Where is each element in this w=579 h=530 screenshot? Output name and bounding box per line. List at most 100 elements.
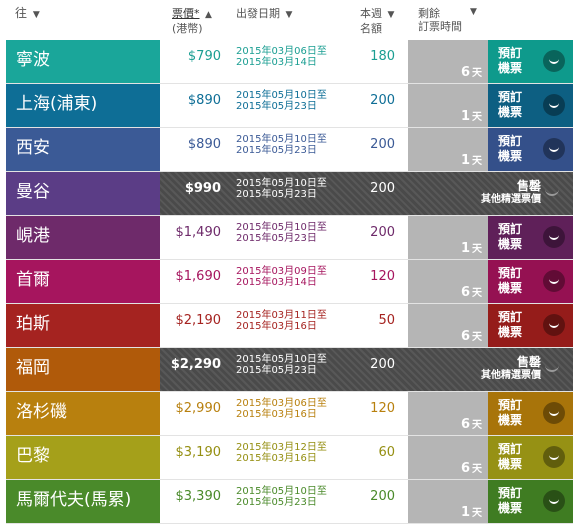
quota-value: 200 <box>370 137 395 152</box>
book-button-label: 預訂 機票 <box>498 398 522 428</box>
quota-value: 120 <box>370 401 395 416</box>
sold-out-link[interactable]: 售罄 其他精選票價 <box>481 355 541 383</box>
book-button-label: 預訂 機票 <box>498 46 522 76</box>
destination-sort-header[interactable]: 往 ▼ <box>15 7 40 22</box>
quota-header-label: 本週 <box>360 7 382 20</box>
book-label-line1: 預訂 <box>498 310 523 324</box>
book-button-label: 預訂 機票 <box>498 222 522 252</box>
table-row[interactable]: 首爾 $1,690 2015年03月09日至 2015年03月14日 120 6 天預訂 機票 <box>6 260 573 304</box>
remaining-time: 1天 <box>408 480 488 523</box>
travel-period: 2015年05月10日至 2015年05月23日 <box>236 178 327 200</box>
book-button-label: 預訂 機票 <box>498 310 522 340</box>
table-row[interactable]: 上海(浦東) $890 2015年05月10日至 2015年05月23日 200 1 天預訂… <box>6 84 573 128</box>
book-button-label: 預訂 機票 <box>498 486 522 516</box>
period-end: 2015年05月23日 <box>236 145 317 156</box>
smile-icon <box>543 402 565 424</box>
travel-period: 2015年05月10日至 2015年05月23日 <box>236 134 327 156</box>
price-value: $890 <box>187 93 221 108</box>
days-value: 6 <box>460 461 470 476</box>
remaining-time: 6天 <box>408 304 488 347</box>
quota-sort-header[interactable]: 本週 ▼ 名額 <box>360 7 394 35</box>
days-value: 6 <box>460 329 470 344</box>
quota-value: 200 <box>370 181 395 196</box>
price-value: $1,490 <box>175 225 222 240</box>
table-row[interactable]: 珀斯 $2,190 2015年03月11日至 2015年03月16日 50 6 天預訂 機票 <box>6 304 573 348</box>
destination-cell[interactable]: 珀斯 <box>6 304 160 347</box>
book-button-label: 預訂 機票 <box>498 134 522 164</box>
table-row[interactable]: 寧波 $790 2015年03月06日至 2015年03月14日 180 6 天預訂 機票 <box>6 40 573 84</box>
destination-cell[interactable]: 西安 <box>6 128 160 171</box>
period-sort-header[interactable]: 出發日期 ▼ <box>236 7 292 22</box>
table-row[interactable]: 福岡 $2,290 2015年05月10日至 2015年05月23日 200 售罄 其他精選… <box>6 348 573 392</box>
quota-value: 60 <box>378 445 395 460</box>
quota-value: 200 <box>370 357 395 372</box>
book-label-line2: 機票 <box>498 237 523 251</box>
book-flight-button[interactable]: 預訂 機票 <box>488 84 573 127</box>
book-label-line2: 機票 <box>498 61 523 75</box>
remaining-days: 6天 <box>461 460 482 476</box>
book-flight-button[interactable]: 預訂 機票 <box>488 216 573 259</box>
remaining-days: 6天 <box>461 284 482 300</box>
destination-cell[interactable]: 曼谷 <box>6 172 160 215</box>
quota-value: 200 <box>370 489 395 504</box>
days-value: 1 <box>460 153 470 168</box>
period-start: 2015年03月09日至 <box>236 266 327 277</box>
book-label-line2: 機票 <box>498 281 523 295</box>
remain-header-label: 剩餘 <box>418 7 440 20</box>
remaining-days: 6天 <box>461 328 482 344</box>
quota-value: 200 <box>370 225 395 240</box>
sold-out-link[interactable]: 售罄 其他精選票價 <box>481 179 541 207</box>
destination-cell[interactable]: 首爾 <box>6 260 160 303</box>
book-label-line1: 預訂 <box>498 46 523 60</box>
remain-sort-header[interactable]: 剩餘 訂票時間 <box>418 7 462 33</box>
days-value: 6 <box>460 285 470 300</box>
book-flight-button[interactable]: 預訂 機票 <box>488 480 573 523</box>
remaining-time: 1天 <box>408 128 488 171</box>
destination-cell[interactable]: 洛杉磯 <box>6 392 160 435</box>
book-flight-button[interactable]: 預訂 機票 <box>488 128 573 171</box>
sort-arrow-icon: ▼ <box>32 10 40 20</box>
table-row[interactable]: 洛杉磯 $2,990 2015年03月06日至 2015年03月16日 120 6 天預訂機… <box>6 392 573 436</box>
period-header-label: 出發日期 <box>236 7 280 20</box>
period-end: 2015年05月23日 <box>236 101 317 112</box>
book-button-label: 預訂 機票 <box>498 442 522 472</box>
book-label-line1: 預訂 <box>498 486 523 500</box>
book-label-line2: 機票 <box>498 501 523 515</box>
period-start: 2015年03月06日至 <box>236 398 327 409</box>
price-value: $890 <box>187 137 221 152</box>
table-row[interactable]: 馬爾代夫(馬累) $3,390 2015年05月10日至 2015年05月23日 200… <box>6 480 573 524</box>
price-value: $3,390 <box>175 489 222 504</box>
table-row[interactable]: 峴港 $1,490 2015年05月10日至 2015年05月23日 200 1 天預訂 機票 <box>6 216 573 260</box>
destination-cell[interactable]: 福岡 <box>6 348 160 391</box>
book-flight-button[interactable]: 預訂 機票 <box>488 436 573 479</box>
sort-arrow-icon[interactable]: ▼ <box>470 7 477 17</box>
price-value: $2,290 <box>170 357 221 372</box>
period-start: 2015年03月12日至 <box>236 442 327 453</box>
table-row[interactable]: 曼谷 $990 2015年05月10日至 2015年05月23日 200 售罄 其他精選票價 <box>6 172 573 216</box>
table-row[interactable]: 巴黎 $3,190 2015年03月12日至 2015年03月16日 60 6 天預訂 機票 <box>6 436 573 480</box>
days-unit: 天 <box>472 156 482 167</box>
destination-cell[interactable]: 寧波 <box>6 40 160 83</box>
travel-period: 2015年05月10日至 2015年05月23日 <box>236 354 327 376</box>
period-start: 2015年03月11日至 <box>236 310 327 321</box>
destination-cell[interactable]: 峴港 <box>6 216 160 259</box>
destination-header-label: 往 <box>15 6 28 20</box>
days-value: 1 <box>460 241 470 256</box>
smile-icon <box>543 226 565 248</box>
book-flight-button[interactable]: 預訂 機票 <box>488 304 573 347</box>
destination-cell[interactable]: 巴黎 <box>6 436 160 479</box>
destination-cell[interactable]: 上海(浦東) <box>6 84 160 127</box>
travel-period: 2015年03月06日至 2015年03月14日 <box>236 46 327 68</box>
days-unit: 天 <box>472 332 482 343</box>
destination-cell[interactable]: 馬爾代夫(馬累) <box>6 480 160 523</box>
book-flight-button[interactable]: 預訂 機票 <box>488 40 573 83</box>
period-start: 2015年05月10日至 <box>236 178 327 189</box>
book-flight-button[interactable]: 預訂 機票 <box>488 392 573 435</box>
price-sort-header[interactable]: 票價* ▲ (港幣) <box>172 7 212 35</box>
smile-icon <box>543 270 565 292</box>
table-row[interactable]: 西安 $890 2015年05月10日至 2015年05月23日 200 1 天預訂 機票 <box>6 128 573 172</box>
other-fares-label: 其他精選票價 <box>481 370 541 381</box>
book-flight-button[interactable]: 預訂 機票 <box>488 260 573 303</box>
period-end: 2015年05月23日 <box>236 233 317 244</box>
remain-header-label-2: 訂票時間 <box>418 20 462 33</box>
